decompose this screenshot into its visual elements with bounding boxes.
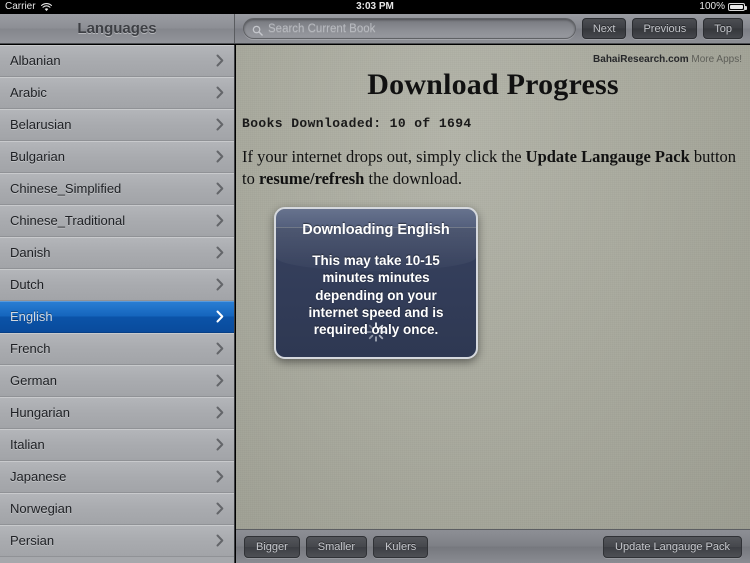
chevron-right-icon: [216, 374, 224, 387]
ipad-app-window: Carrier 3:03 PM 100% Languages Search Cu…: [0, 0, 750, 563]
update-language-pack-button[interactable]: Update Langauge Pack: [603, 535, 742, 558]
list-item-label: Bulgarian: [10, 149, 65, 164]
more-apps-link[interactable]: BahaiResearch.com More Apps!: [593, 54, 742, 65]
instructions-part3: the download.: [364, 168, 462, 188]
list-item-label: German: [10, 373, 57, 388]
status-bar-right: 100%: [699, 0, 747, 14]
sidebar-item-norwegian[interactable]: Norwegian: [0, 493, 234, 525]
carrier-label: Carrier: [5, 1, 36, 12]
search-input[interactable]: Search Current Book: [243, 18, 576, 39]
toolbar-controls: Search Current Book Next Previous Top: [235, 14, 750, 43]
sidebar-item-albanian[interactable]: Albanian: [0, 45, 234, 77]
sidebar-item-hungarian[interactable]: Hungarian: [0, 397, 234, 429]
chevron-right-icon: [216, 246, 224, 259]
sidebar-item-chinese-simplified[interactable]: Chinese_Simplified: [0, 173, 234, 205]
sidebar-item-french[interactable]: French: [0, 333, 234, 365]
sidebar-item-chinese-traditional[interactable]: Chinese_Traditional: [0, 205, 234, 237]
chevron-right-icon: [216, 406, 224, 419]
instructions-bold-update-pack: Update Langauge Pack: [525, 147, 690, 166]
chevron-right-icon: [216, 86, 224, 99]
list-item-label: Japanese: [10, 469, 67, 484]
chevron-right-icon: [216, 182, 224, 195]
more-apps-label: More Apps!: [688, 54, 742, 65]
sidebar-item-danish[interactable]: Danish: [0, 237, 234, 269]
chevron-right-icon: [216, 278, 224, 291]
list-item-label: Persian: [10, 533, 55, 548]
sidebar-item-bulgarian[interactable]: Bulgarian: [0, 141, 234, 173]
top-toolbar: Languages Search Current Book Next Previ…: [0, 14, 750, 44]
content-panel: BahaiResearch.com More Apps! Download Pr…: [236, 45, 750, 563]
battery-icon: [728, 3, 747, 11]
list-item-label: Belarusian: [10, 117, 72, 132]
instructions-part1: If your internet drops out, simply click…: [242, 147, 526, 166]
bottom-toolbar: Bigger Smaller Kulers Update Langauge Pa…: [236, 529, 750, 563]
kulers-button[interactable]: Kulers: [373, 535, 429, 558]
downloading-modal: Downloading English This may take 10-15 …: [274, 207, 478, 359]
chevron-right-icon: [216, 470, 224, 483]
sidebar-item-german[interactable]: German: [0, 365, 234, 397]
languages-sidebar[interactable]: Albanian Arabic Belarusian Bulgarian Chi…: [0, 45, 235, 563]
download-progress-heading: Download Progress: [367, 68, 619, 101]
search-placeholder: Search Current Book: [268, 22, 376, 35]
list-item-label: French: [10, 341, 51, 356]
chevron-right-icon: [216, 214, 224, 227]
chevron-right-icon: [216, 534, 224, 547]
sidebar-item-dutch[interactable]: Dutch: [0, 269, 234, 301]
sidebar-item-persian[interactable]: Persian: [0, 525, 234, 557]
list-item-label: Dutch: [10, 277, 44, 292]
search-icon: [252, 23, 263, 36]
sidebar-item-arabic[interactable]: Arabic: [0, 77, 234, 109]
sidebar-header: Languages: [0, 14, 235, 43]
list-item-label: Chinese_Simplified: [10, 181, 122, 196]
loading-spinner-icon: [365, 321, 387, 343]
status-bar-left: Carrier: [5, 0, 52, 14]
wifi-icon: [40, 2, 52, 12]
chevron-right-icon: [216, 342, 224, 355]
status-bar: Carrier 3:03 PM 100%: [0, 0, 750, 14]
chevron-right-icon: [216, 310, 224, 323]
list-item-label: English: [10, 309, 53, 324]
battery-fill: [730, 5, 743, 9]
modal-title: Downloading English: [302, 222, 450, 238]
list-item-label: Norwegian: [10, 501, 73, 516]
chevron-right-icon: [216, 150, 224, 163]
bigger-button[interactable]: Bigger: [244, 535, 300, 558]
books-downloaded-status: Books Downloaded: 10 of 1694: [242, 116, 472, 131]
chevron-right-icon: [216, 54, 224, 67]
chevron-right-icon: [216, 118, 224, 131]
list-item-label: Italian: [10, 437, 45, 452]
instructions-bold-resume: resume/refresh: [258, 168, 365, 188]
sidebar-item-italian[interactable]: Italian: [0, 429, 234, 461]
smaller-button[interactable]: Smaller: [305, 535, 368, 558]
previous-button[interactable]: Previous: [632, 18, 698, 39]
status-bar-time: 3:03 PM: [356, 1, 394, 12]
list-item-label: Albanian: [10, 53, 61, 68]
list-item-label: Hungarian: [10, 405, 70, 420]
list-item-label: Danish: [10, 245, 51, 260]
next-button[interactable]: Next: [581, 18, 627, 39]
top-button[interactable]: Top: [703, 18, 743, 39]
chevron-right-icon: [216, 438, 224, 451]
sidebar-item-japanese[interactable]: Japanese: [0, 461, 234, 493]
chevron-right-icon: [216, 502, 224, 515]
site-name-label: BahaiResearch.com: [593, 54, 689, 65]
sidebar-item-belarusian[interactable]: Belarusian: [0, 109, 234, 141]
sidebar-item-english[interactable]: English: [0, 301, 234, 333]
list-item-label: Chinese_Traditional: [10, 213, 126, 228]
battery-percent-label: 100%: [699, 1, 725, 12]
page-title: Languages: [77, 20, 157, 37]
list-item-label: Arabic: [10, 85, 47, 100]
instructions-text: If your internet drops out, simply click…: [242, 146, 742, 190]
